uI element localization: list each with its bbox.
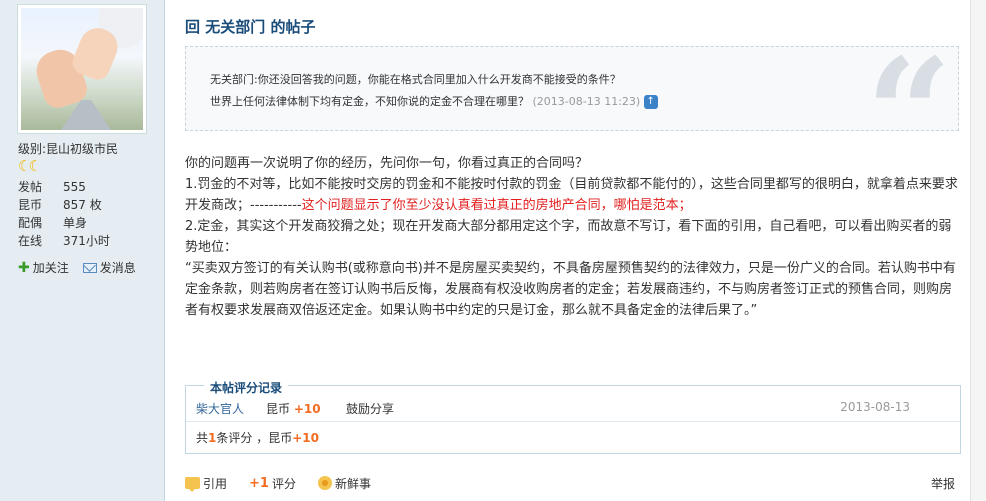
send-message-button[interactable]: 发消息	[82, 259, 136, 276]
jump-to-post-icon[interactable]: ↑	[643, 95, 658, 109]
scrollbar[interactable]	[970, 0, 986, 501]
mail-icon	[82, 262, 97, 273]
rate-button[interactable]: +1 评分	[249, 475, 296, 492]
follow-label: 加关注	[32, 261, 69, 275]
post-main: 回 无关部门 的帖子 “ 无关部门:你还没回答我的问题，你能在格式合同里加入什么…	[185, 0, 965, 501]
content-paragraph: 2.定金，其实这个开发商狡猾之处；现在开发商大部分都用定这个字，而故意不写订，看…	[185, 219, 952, 255]
quote-timestamp: (2013-08-13 11:23)	[532, 95, 641, 108]
message-label: 发消息	[99, 261, 136, 275]
quote-block: “ 无关部门:你还没回答我的问题，你能在格式合同里加入什么开发商不能接受的条件？…	[185, 39, 959, 189]
quote-text: 无关部门:你还没回答我的问题，你能在格式合同里加入什么开发商不能接受的条件？ 世…	[210, 69, 830, 113]
post-content: 你的问题再一次说明了你的经历，先问你一句，你看过真正的合同吗？ 1.罚金的不对等…	[185, 153, 961, 321]
level-label: 级别:	[18, 142, 47, 156]
fresh-icon	[317, 476, 332, 490]
rating-record: 本帖评分记录 柴大官人 昆币 +10 鼓励分享 2013-08-13 共1条评分…	[185, 379, 961, 454]
user-level: 级别:昆山初级市民	[18, 140, 118, 157]
author-sidebar: 级别:昆山初级市民 ☾☾ 发帖 555 昆币 857 枚 配偶 单身 在线 371小时 …	[0, 0, 165, 501]
rating-row: 柴大官人 昆币 +10 鼓励分享 2013-08-13	[196, 400, 948, 418]
follow-button[interactable]: ✚ 加关注	[18, 259, 69, 276]
plus-icon: ✚	[18, 259, 30, 276]
moon-icon: ☾☾	[18, 157, 42, 175]
rating-date: 2013-08-13	[840, 400, 910, 414]
report-button[interactable]: 举报	[931, 475, 955, 492]
content-paragraph: “买卖双方签订的有关认购书(或称意向书)并不是房屋买卖契约，不具备房屋预售契约的…	[185, 261, 956, 318]
quote-icon	[185, 477, 200, 492]
stat-posts: 发帖 555	[18, 180, 86, 194]
quote-line: 世界上任何法律体制下均有定金，不知你说的定金不合理在哪里？ (2013-08-1…	[210, 91, 830, 113]
sidebar-actions: ✚ 加关注 发消息	[18, 259, 136, 276]
avatar[interactable]	[17, 4, 147, 134]
avatar-image	[21, 8, 143, 130]
post-title: 回 无关部门 的帖子	[185, 18, 316, 36]
user-stats: 发帖 555 昆币 857 枚 配偶 单身 在线 371小时	[18, 178, 158, 250]
stat-spouse: 配偶 单身	[18, 216, 88, 230]
post-actions: 引用 +1 评分 新鲜事 举报	[185, 474, 961, 492]
quote-button[interactable]: 引用	[185, 475, 227, 492]
rating-reason: 鼓励分享	[346, 402, 395, 416]
stat-online: 在线 371小时	[18, 234, 110, 248]
stat-coins: 昆币 857 枚	[18, 198, 102, 212]
content-paragraph: 你的问题再一次说明了你的经历，先问你一句，你看过真正的合同吗？	[185, 156, 589, 171]
highlight-text: 这个问题显示了你至少没认真看过真正的房地产合同，哪怕是范本；	[301, 198, 692, 213]
rating-title: 本帖评分记录	[204, 379, 289, 396]
rating-total: 共1条评分 ，昆币+10	[196, 431, 319, 445]
level-value: 昆山初级市民	[46, 142, 119, 156]
rater-name[interactable]: 柴大官人	[196, 400, 266, 418]
content-paragraph: 1.罚金的不对等，比如不能按时交房的罚金和不能按时付款的罚金（目前贷款都不能付的…	[185, 177, 958, 213]
plus-one-icon: +1	[249, 475, 269, 491]
fresh-news-button[interactable]: 新鲜事	[317, 475, 371, 492]
quote-line: 无关部门:你还没回答我的问题，你能在格式合同里加入什么开发商不能接受的条件？	[210, 73, 621, 86]
rating-unit: 昆币 +10	[266, 402, 321, 416]
divider	[186, 421, 960, 422]
